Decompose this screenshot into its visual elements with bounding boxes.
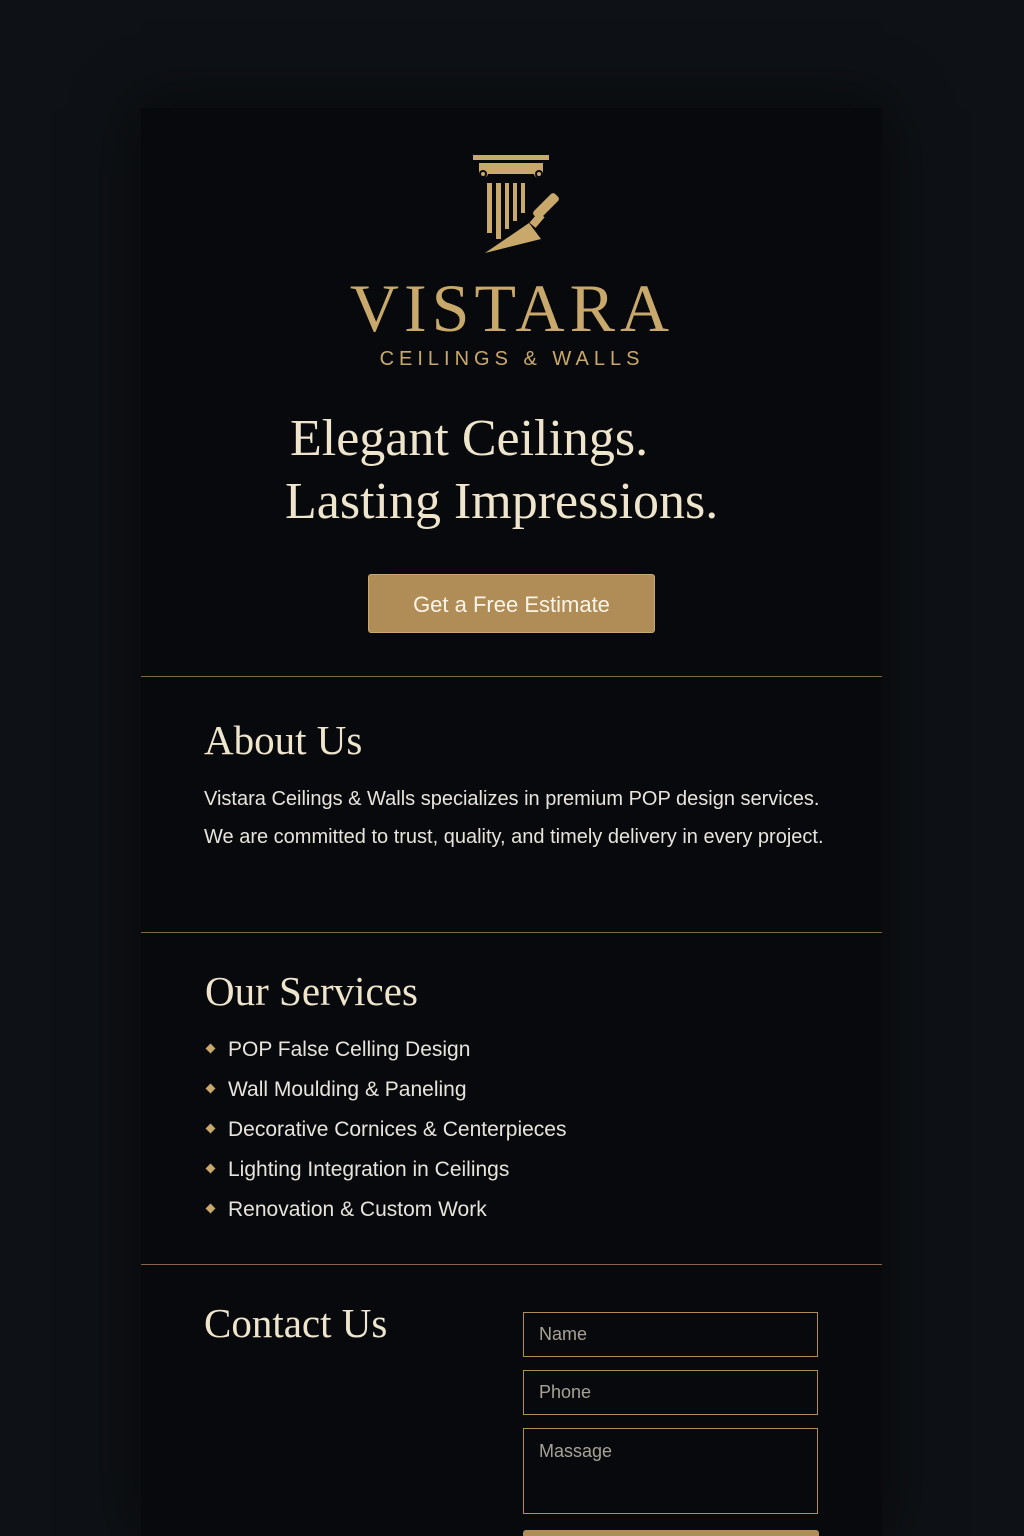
hero-headline-line-2: Lasting Impressions. bbox=[285, 473, 719, 530]
service-label: Lighting Integration in Ceilings bbox=[228, 1158, 510, 1181]
services-list: POP False Celling Design Wall Moulding &… bbox=[204, 1030, 566, 1230]
section-divider bbox=[141, 932, 882, 933]
diamond-bullet-icon bbox=[205, 1084, 216, 1094]
service-item: Renovation & Custom Work bbox=[204, 1190, 566, 1230]
name-field[interactable] bbox=[523, 1312, 818, 1357]
service-label: Renovation & Custom Work bbox=[228, 1198, 487, 1221]
diamond-bullet-icon bbox=[205, 1204, 216, 1214]
diamond-bullet-icon bbox=[205, 1044, 216, 1054]
section-divider bbox=[141, 676, 882, 677]
about-body: Vistara Ceilings & Walls specializes in … bbox=[204, 788, 824, 848]
brand-name: VISTARA bbox=[349, 270, 675, 346]
message-field[interactable] bbox=[523, 1428, 818, 1514]
diamond-bullet-icon bbox=[205, 1124, 216, 1134]
service-label: Wall Moulding & Paneling bbox=[228, 1078, 467, 1101]
service-item: POP False Celling Design bbox=[204, 1030, 566, 1070]
column-trowel-icon bbox=[473, 155, 559, 253]
section-divider bbox=[141, 1264, 882, 1265]
services-title: Our Services bbox=[205, 968, 418, 1014]
about-title: About Us bbox=[204, 717, 363, 763]
submit-button[interactable] bbox=[523, 1530, 819, 1536]
free-estimate-button[interactable]: Get a Free Estimate bbox=[368, 574, 655, 633]
service-label: POP False Celling Design bbox=[228, 1038, 471, 1061]
contact-title: Contact Us bbox=[204, 1300, 388, 1346]
hero-headline-line-1: Elegant Ceilings. bbox=[290, 410, 649, 467]
diamond-bullet-icon bbox=[205, 1164, 216, 1174]
service-label: Decorative Cornices & Centerpieces bbox=[228, 1118, 567, 1141]
brand-tagline: CEILINGS & WALLS bbox=[379, 348, 645, 370]
service-item: Decorative Cornices & Centerpieces bbox=[204, 1110, 566, 1150]
service-item: Wall Moulding & Paneling bbox=[204, 1070, 566, 1110]
phone-field[interactable] bbox=[523, 1370, 818, 1415]
service-item: Lighting Integration in Ceilings bbox=[204, 1150, 566, 1190]
